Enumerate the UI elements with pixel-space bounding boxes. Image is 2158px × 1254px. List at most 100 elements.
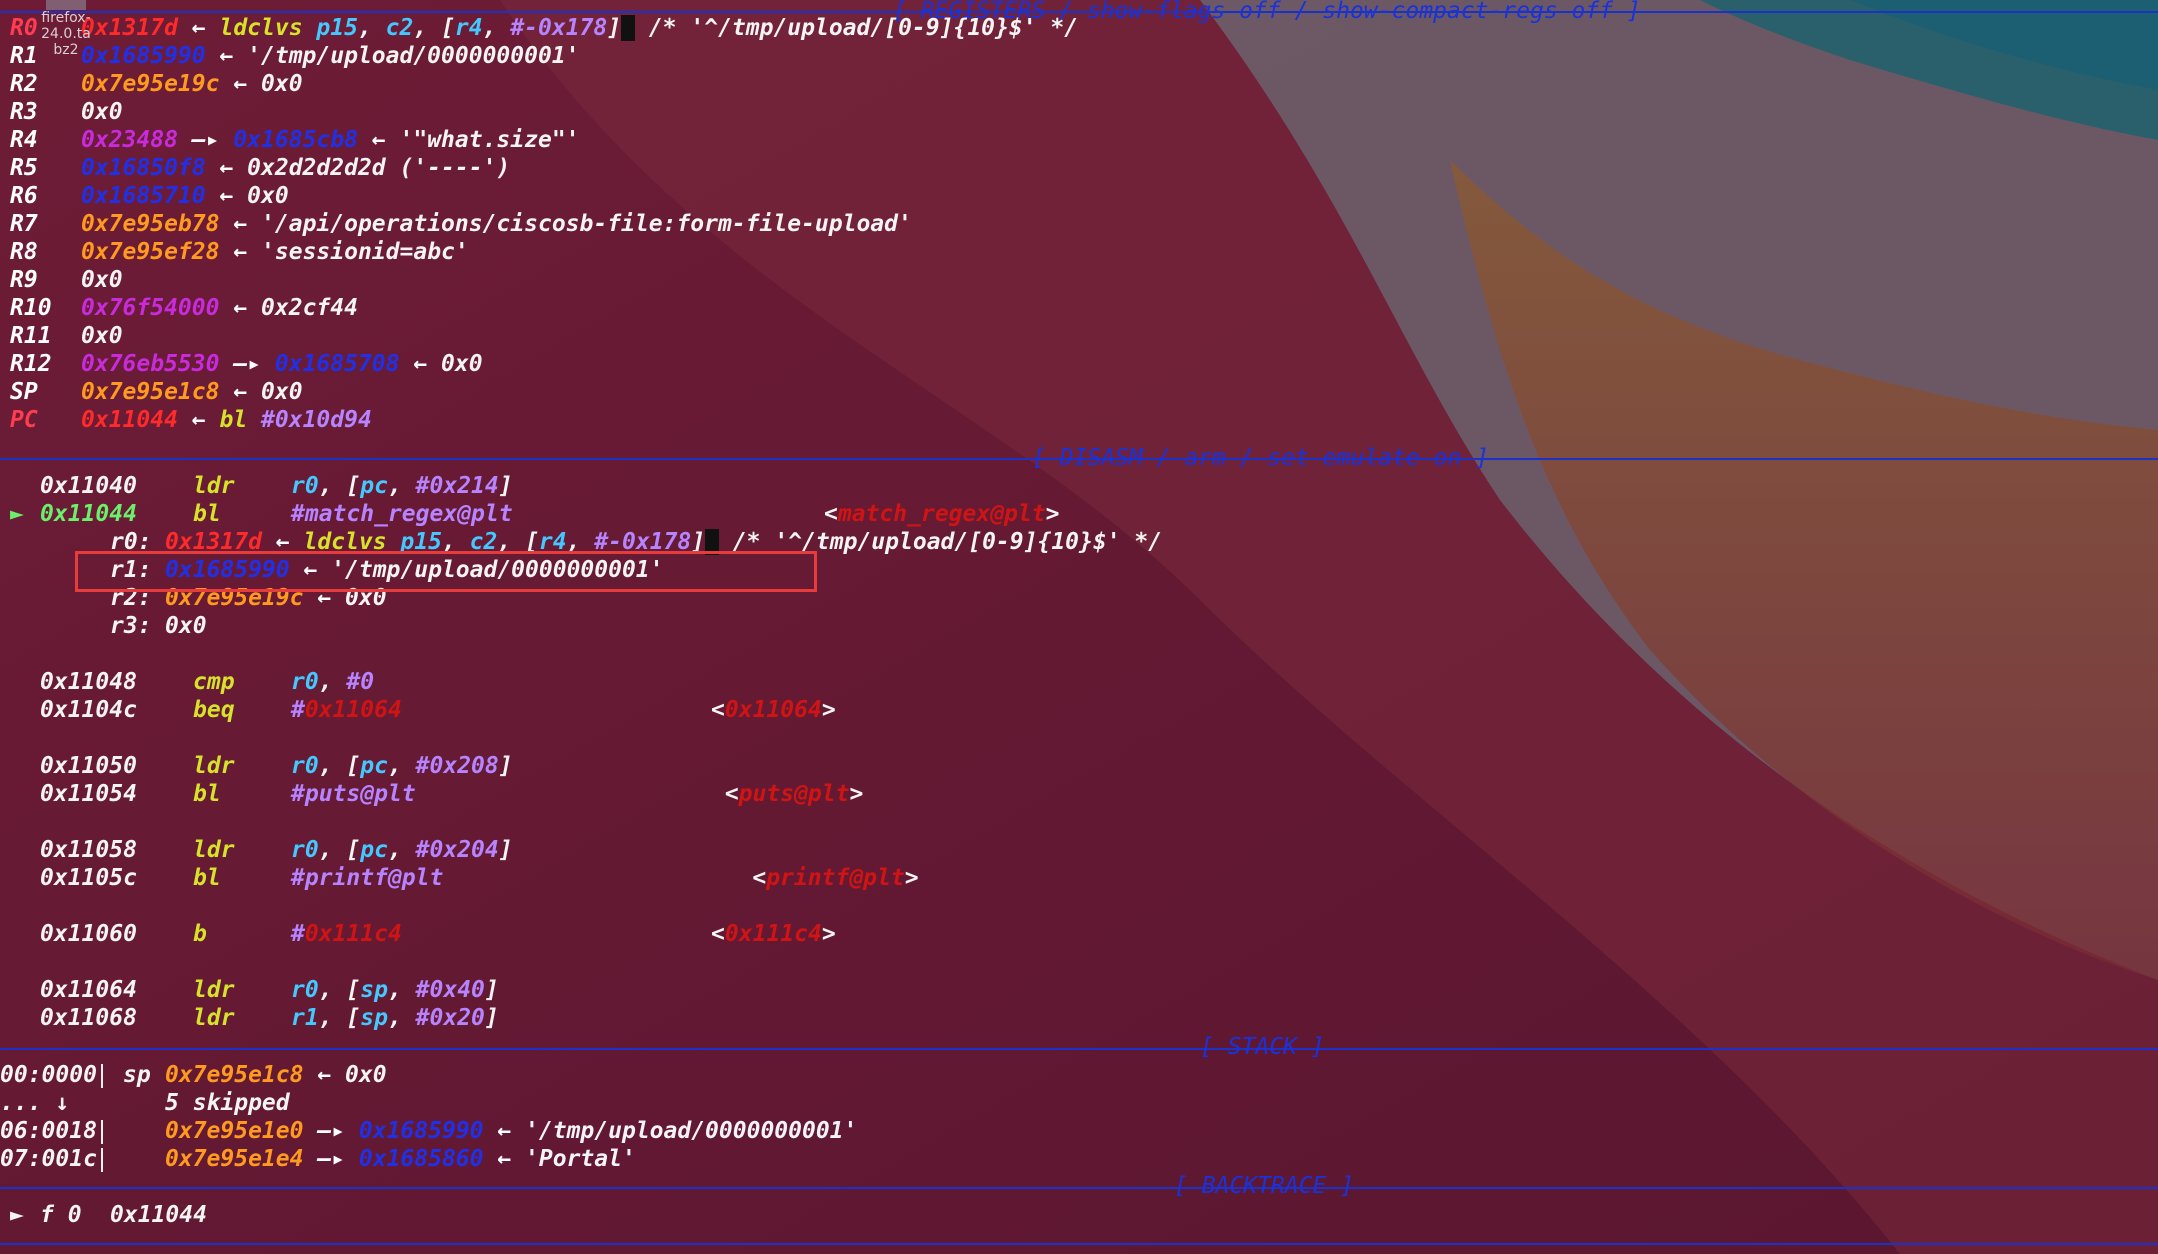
register-r7: R7 [10, 210, 38, 238]
value-segment: < [711, 921, 725, 947]
value-segment: < [724, 781, 739, 807]
mnemonic: b [193, 921, 207, 947]
instruction-0x11050: 0x11050 [40, 752, 137, 780]
backtrace-frame-id: f 0 [40, 1201, 82, 1229]
value-segment: —▸ [303, 1118, 359, 1144]
frame-arrow-icon: ► [10, 1202, 24, 1228]
backtrace-addr: 0x11044 [110, 1201, 207, 1229]
value-segment: , [387, 473, 416, 499]
instruction-0x11040: 0x11040 [40, 472, 137, 500]
value-segment: 0x11044 [81, 407, 178, 433]
value-segment: ← [303, 1062, 346, 1088]
register-name: SP [10, 379, 38, 405]
value-segment: ← [177, 15, 220, 41]
register-r4: R4 [10, 126, 38, 154]
value-segment: # [291, 697, 305, 723]
value-segment: ← [399, 351, 442, 377]
frame-number: f 0 [40, 1202, 82, 1228]
value-segment: sp [360, 1005, 388, 1031]
instruction-0x11064: 0x11064 [40, 976, 137, 1004]
value-segment: 0x76f54000 [81, 295, 220, 321]
value-segment: > [904, 865, 919, 891]
value-segment: 0x0 [441, 351, 483, 377]
instruction-operands: r0, [sp, #0x40] [291, 976, 499, 1004]
terminal-window[interactable]: [ REGISTERS / show-flags off / show-comp… [0, 0, 2158, 1254]
mnemonic: beq [193, 697, 235, 723]
stack-divider [101, 1148, 103, 1172]
value-segment: ← [357, 127, 400, 153]
instruction-mnemonic: ldr [193, 752, 235, 780]
desktop-file-label-2: 24.0.ta [41, 26, 91, 42]
backtrace-separator [0, 1187, 2158, 1189]
stack-separator [0, 1048, 2158, 1050]
archive-icon [46, 0, 86, 10]
value-segment: 0x0 [247, 183, 289, 209]
register-name: R4 [10, 127, 38, 153]
value-segment: r0 [291, 977, 319, 1003]
instruction-mnemonic: b [193, 920, 207, 948]
value-segment: #printf@plt [291, 865, 444, 891]
desktop-file-icon[interactable]: firefox- 24.0.ta bz2 [30, 0, 102, 64]
r1-highlight-box [75, 551, 817, 592]
register-r5: R5 [10, 154, 38, 182]
value-segment: printf@plt [766, 865, 905, 891]
mnemonic: bl [193, 501, 221, 527]
register-name: R2 [10, 71, 38, 97]
value-segment: #-0x178 [510, 15, 608, 41]
value-segment: > [821, 697, 836, 723]
value-segment: —▸ [177, 127, 234, 153]
register-value-r1: 0x1685990 ← '/tmp/upload/0000000001' [81, 42, 580, 70]
value-segment: 0x1685710 [81, 183, 206, 209]
value-segment: r4 [454, 15, 483, 41]
instruction-0x11054: 0x11054 [40, 780, 137, 808]
instruction-0x1104c: 0x1104c [40, 696, 137, 724]
value-segment: #0x40 [415, 977, 485, 1003]
value-segment: , [387, 977, 416, 1003]
register-pc: PC [10, 406, 38, 434]
value-segment: , [357, 15, 386, 41]
value-segment: #0x204 [415, 837, 499, 863]
value-segment: < [824, 501, 838, 527]
stack-offset: ... ↓ [0, 1090, 70, 1116]
instruction-mnemonic: ldr [193, 472, 235, 500]
stack-index: ... ↓ [0, 1089, 69, 1117]
register-value-r6: 0x1685710 ← 0x0 [81, 182, 289, 210]
register-name: R12 [10, 351, 52, 377]
value-segment: #0x214 [415, 473, 499, 499]
value-segment: #0x208 [415, 753, 499, 779]
instruction-operands: r0, [pc, #0x208] [291, 752, 513, 780]
value-segment: 0x11064 [304, 697, 402, 723]
register-name: R3 [10, 99, 38, 125]
value-segment: ] [498, 753, 513, 779]
value-segment: ← [219, 71, 262, 97]
value-segment: —▸ [303, 1146, 359, 1172]
disasm-section-title: [ DISASM / arm / set emulate on ] [1032, 445, 1489, 471]
register-value-r10: 0x76f54000 ← 0x2cf44 [81, 294, 358, 322]
value-segment: ← [205, 43, 248, 69]
value-segment: ← [177, 407, 220, 433]
value-segment: 0x0 [165, 613, 207, 639]
value-segment: 0x76eb5530 [81, 351, 220, 377]
stack-offset: 07:001c [0, 1146, 97, 1172]
value-segment: 0x7e95e1e4 [165, 1146, 304, 1172]
mnemonic: ldr [193, 977, 235, 1003]
call-arg-value: 0x0 [165, 612, 207, 640]
value-segment: 0x7e95ef28 [81, 239, 220, 265]
value-segment: > [821, 921, 836, 947]
value-segment: /* '^/tmp/upload/[0-9]{10}$' */ [634, 15, 1079, 41]
value-segment: ldclvs [219, 15, 317, 41]
value-segment: ← [483, 1118, 526, 1144]
value-segment: ! [621, 15, 635, 41]
instruction-operands: r1, [sp, #0x20] [291, 1004, 499, 1032]
instruction-operands: r0, #0 [291, 668, 374, 696]
instruction-mnemonic: ldr [193, 976, 235, 1004]
value-segment: ← [205, 183, 248, 209]
branch-target: <printf@plt> [752, 864, 918, 892]
value-segment: #0 [346, 669, 375, 695]
value-segment: 0x0 [261, 379, 303, 405]
value-segment: < [711, 697, 725, 723]
value-segment: c2 [385, 15, 414, 41]
value-segment: > [849, 781, 864, 807]
instruction-address: 0x11058 [40, 837, 137, 863]
register-name: R10 [10, 295, 52, 321]
